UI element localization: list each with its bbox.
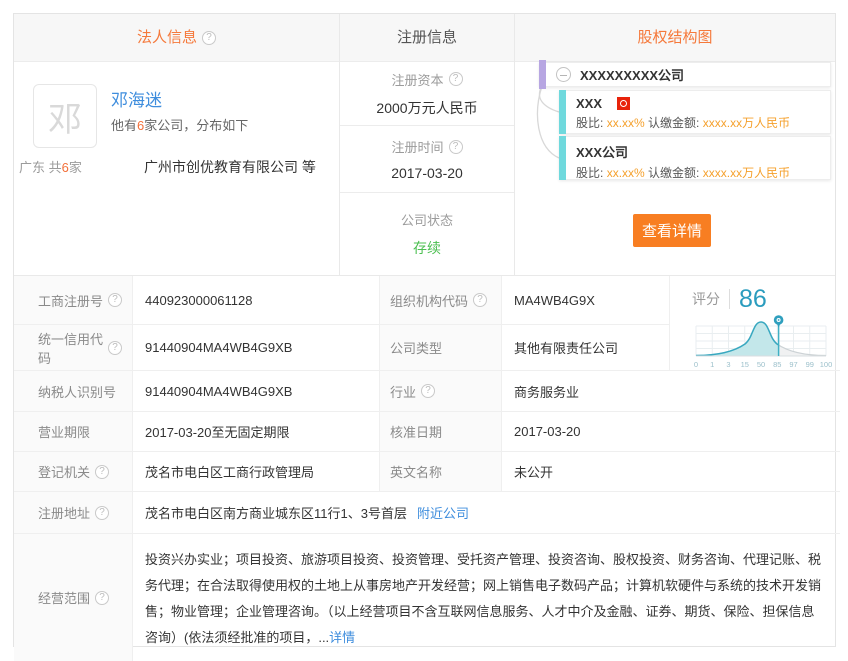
score-distribution-chart: 0 1 3 15 50 85 97 99 100 [692, 313, 832, 371]
field-value: 91440904MA4WB4G9XB [133, 371, 380, 412]
field-label: 核准日期 [380, 412, 502, 452]
business-scope-value: 投资兴办实业；项目投资、旅游项目投资、投资管理、受托资产管理、投资咨询、股权投资… [133, 534, 840, 661]
registration-header: 注册信息 [340, 14, 514, 62]
registered-capital-value: 2000万元人民币 [376, 98, 477, 118]
help-icon[interactable]: ? [449, 140, 463, 154]
field-value: 商务服务业 [502, 371, 840, 412]
field-label: 注册地址? [14, 492, 133, 534]
help-icon[interactable]: ? [108, 293, 122, 307]
equity-child-node[interactable]: XXX 股比: xx.xx% 认缴金额: xxxx.xx万人民币 [559, 90, 831, 134]
related-company: 广州市创优教育有限公司 等 [144, 157, 316, 177]
registration-body: 注册资本? 2000万元人民币 注册时间? 2017-03-20 公司状态 存续 [340, 62, 514, 275]
top-section: 法人信息? 邓 邓海迷 他有6家公司，分布如下 广东 共6家 广州市创优教育有限… [14, 14, 835, 276]
registered-capital-label: 注册资本? [391, 70, 462, 89]
svg-text:15: 15 [741, 360, 749, 369]
field-label: 工商注册号? [14, 276, 133, 325]
company-status-label: 公司状态 [401, 210, 453, 229]
svg-text:3: 3 [726, 360, 730, 369]
avatar: 邓 [33, 84, 97, 148]
field-label: 英文名称 [380, 452, 502, 492]
field-label: 经营范围? [14, 534, 133, 661]
field-label: 营业期限 [14, 412, 133, 452]
field-value: 茂名市电白区工商行政管理局 [133, 452, 380, 492]
collapse-minus-icon[interactable] [556, 67, 571, 82]
svg-text:0: 0 [694, 360, 698, 369]
controller-badge-icon [617, 97, 630, 110]
field-value: 440923000061128 [133, 276, 380, 325]
shareholder-name: XXX公司 [576, 142, 820, 161]
help-icon[interactable]: ? [95, 591, 109, 605]
ratio-value: xx.xx% [607, 116, 645, 130]
equity-structure-header: 股权结构图 [515, 14, 835, 62]
svg-text:99: 99 [806, 360, 814, 369]
field-label: 组织机构代码? [380, 276, 502, 325]
equity-structure-body: XXXXXXXXX公司 XXX 股比: xx.xx% 认缴金额: xxxx.xx… [515, 62, 835, 275]
view-details-button[interactable]: 查看详情 [633, 214, 711, 247]
field-value: 2017-03-20至无固定期限 [133, 412, 380, 452]
svg-text:97: 97 [789, 360, 797, 369]
svg-text:50: 50 [757, 360, 765, 369]
address-value: 茂名市电白区南方商业城东区11行1、3号首层附近公司 [133, 492, 840, 534]
help-icon[interactable]: ? [473, 293, 487, 307]
equity-child-node[interactable]: XXX公司 股比: xx.xx% 认缴金额: xxxx.xx万人民币 [559, 136, 831, 180]
legal-person-title: 法人信息 [137, 29, 197, 46]
svg-text:1: 1 [710, 360, 714, 369]
person-company-count: 他有6家公司，分布如下 [111, 115, 248, 134]
amount-value: xxxx.xx万人民币 [703, 166, 790, 180]
registered-date-value: 2017-03-20 [391, 165, 463, 181]
region-count-number: 6 [62, 160, 69, 175]
nearby-companies-link[interactable]: 附近公司 [417, 503, 469, 522]
field-value: 未公开 [502, 452, 840, 492]
help-icon[interactable]: ? [95, 506, 109, 520]
region-stat: 广东 共6家 [19, 157, 82, 176]
field-value: 2017-03-20 [502, 412, 840, 452]
score-value: 86 [739, 285, 767, 314]
field-label: 行业? [380, 371, 502, 412]
detail-table: 工商注册号? 440923000061128 组织机构代码? MA4WB4G9X… [14, 276, 835, 646]
amount-value: xxxx.xx万人民币 [703, 116, 790, 130]
svg-text:85: 85 [773, 360, 781, 369]
curve-fill-teal [696, 322, 826, 356]
legal-person-section: 法人信息? 邓 邓海迷 他有6家公司，分布如下 广东 共6家 广州市创优教育有限… [14, 14, 340, 275]
help-icon[interactable]: ? [108, 341, 122, 355]
score-label: 评分 [692, 289, 730, 309]
equity-root-name: XXXXXXXXX公司 [580, 65, 684, 84]
ratio-value: xx.xx% [607, 166, 645, 180]
field-label: 公司类型 [380, 325, 502, 371]
x-axis-tick-labels: 0 1 3 15 50 85 97 99 100 [694, 360, 832, 369]
registered-capital-cell: 注册资本? 2000万元人民币 [340, 62, 514, 126]
registered-date-label: 注册时间? [391, 137, 462, 156]
field-value: MA4WB4G9X [502, 276, 670, 325]
registration-section: 注册信息 注册资本? 2000万元人民币 注册时间? 2017-03-20 公司… [340, 14, 515, 275]
status-badge: 存续 [413, 238, 441, 258]
shareholder-detail: 股比: xx.xx% 认缴金额: xxxx.xx万人民币 [576, 164, 820, 181]
field-value: 91440904MA4WB4G9XB [133, 325, 380, 371]
registered-date-cell: 注册时间? 2017-03-20 [340, 126, 514, 193]
equity-structure-section: 股权结构图 XXXXXXXXX公司 XXX 股比: xx.xx% 认缴金额: x… [515, 14, 835, 275]
field-value: 其他有限责任公司 [502, 325, 670, 371]
help-icon[interactable]: ? [449, 72, 463, 86]
scope-more-link[interactable]: 详情 [329, 630, 355, 645]
field-label: 登记机关? [14, 452, 133, 492]
equity-root-node[interactable]: XXXXXXXXX公司 [539, 62, 831, 87]
field-label: 纳税人识别号 [14, 371, 133, 412]
shareholder-detail: 股比: xx.xx% 认缴金额: xxxx.xx万人民币 [576, 114, 820, 131]
field-label: 统一信用代码? [14, 325, 133, 371]
svg-text:100: 100 [820, 360, 833, 369]
person-name-link[interactable]: 邓海迷 [111, 86, 162, 111]
company-status-cell: 公司状态 存续 [340, 193, 514, 274]
help-icon[interactable]: ? [95, 465, 109, 479]
help-icon[interactable]: ? [421, 384, 435, 398]
shareholder-name: XXX [576, 96, 820, 111]
legal-person-body: 邓 邓海迷 他有6家公司，分布如下 广东 共6家 广州市创优教育有限公司 等 [14, 62, 339, 275]
score-chart-cell: 评分 86 [670, 276, 840, 371]
score-header: 评分 86 [692, 285, 832, 313]
help-icon[interactable]: ? [202, 31, 216, 45]
legal-person-header: 法人信息? [14, 14, 339, 62]
company-info-panel: 法人信息? 邓 邓海迷 他有6家公司，分布如下 广东 共6家 广州市创优教育有限… [13, 13, 836, 647]
